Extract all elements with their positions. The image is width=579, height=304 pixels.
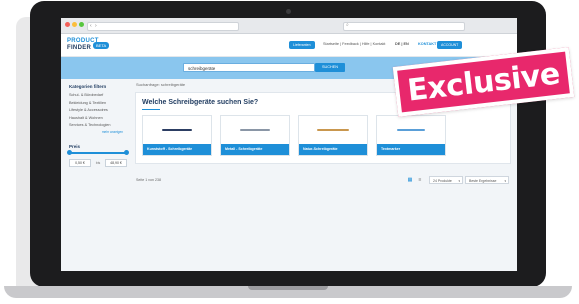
heading-underline — [142, 109, 160, 111]
category-item[interactable]: Bekleidung & Textilien — [69, 100, 129, 108]
category-tile-metall[interactable]: Metall - Schreibgeräte — [220, 115, 290, 156]
browser-search-bar[interactable]: ⌕ — [343, 22, 465, 31]
price-slider[interactable] — [67, 150, 129, 155]
chevron-down-icon: ▾ — [458, 179, 460, 183]
pen-image — [143, 116, 211, 144]
lieferanten-button[interactable]: Lieferanten — [289, 41, 315, 49]
category-tile-label: Natur-Schreibgeräte — [299, 144, 367, 155]
filter-sidebar: Kategorien filtern Schul- & Bürobedarf B… — [67, 84, 129, 192]
price-min-field[interactable]: 0,50 € — [69, 158, 91, 167]
help-link[interactable]: Hilfe — [232, 101, 239, 105]
forward-icon[interactable]: › — [95, 23, 97, 29]
pen-image — [221, 116, 289, 144]
account-button[interactable]: ACCOUNT — [437, 41, 463, 49]
webcam — [286, 9, 291, 14]
logo-bottom[interactable]: FINDER — [67, 45, 91, 51]
per-page-value: 24 Produkte — [433, 179, 452, 183]
price-title: Preis — [69, 143, 81, 149]
pen-icon — [317, 128, 349, 132]
category-item[interactable]: Schul- & Bürobedarf — [69, 92, 129, 100]
results-toolbar: Seite 1 von 238 ▦ ≡ 24 Produkte ▾ Beste … — [135, 176, 509, 186]
pen-icon — [397, 128, 425, 132]
header-links[interactable]: Startseite | Feedback | Hilfe | Kontakt — [323, 42, 385, 46]
list-view-icon[interactable]: ≡ — [417, 177, 423, 183]
category-tile-label: Metall - Schreibgeräte — [221, 144, 289, 155]
pen-image — [299, 116, 367, 144]
address-bar[interactable]: ‹ › — [87, 22, 239, 31]
price-slider-max-handle[interactable] — [124, 150, 129, 155]
category-item[interactable]: Services & Technologien — [69, 122, 129, 130]
search-button[interactable]: SUCHEN — [315, 63, 345, 72]
category-tile-label: Kunststoff - Schreibgeräte — [143, 144, 211, 155]
kontakt-link[interactable]: KONTAKT — [418, 42, 436, 46]
minimize-window-button[interactable] — [72, 22, 77, 27]
category-item[interactable]: Haushalt & Wohnen — [69, 115, 129, 123]
price-slider-min-handle[interactable] — [67, 150, 72, 155]
pen-icon — [240, 128, 270, 132]
pen-icon — [162, 128, 192, 132]
product-search-input[interactable]: schreibgeräte — [183, 63, 315, 72]
laptop-screen: ‹ › ⌕ PRODUCT FINDER BETA Lieferanten St… — [61, 18, 517, 271]
close-window-button[interactable] — [65, 22, 70, 27]
show-more-link[interactable]: mehr anzeigen — [67, 130, 129, 136]
laptop-base-notch — [248, 286, 328, 290]
sort-value: Beste Ergebnisse — [469, 179, 497, 183]
exclusive-badge-text: Exclusive — [405, 55, 562, 109]
grid-view-icon[interactable]: ▦ — [407, 177, 413, 183]
page-title: Welche Schreibgeräte suchen Sie? — [142, 99, 259, 106]
results-count: Seite 1 von 238 — [136, 178, 161, 182]
category-tile-natur[interactable]: Natur-Schreibgeräte — [298, 115, 368, 156]
beta-badge: BETA — [93, 42, 110, 49]
chevron-down-icon: ▾ — [504, 179, 506, 183]
price-separator: bis — [95, 160, 101, 165]
categories-title: Kategorien filtern — [69, 84, 107, 89]
price-max-field[interactable]: 48,90 € — [104, 158, 127, 167]
category-tile-kunststoff[interactable]: Kunststoff - Schreibgeräte — [142, 115, 212, 156]
pen-image — [377, 116, 445, 144]
site-header: PRODUCT FINDER BETA Lieferanten Startsei… — [61, 34, 517, 57]
browser-search-icon: ⌕ — [346, 22, 349, 28]
maximize-window-button[interactable] — [79, 22, 84, 27]
price-range-row: 0,50 € bis 48,90 € — [69, 158, 127, 167]
browser-chrome: ‹ › ⌕ — [61, 18, 517, 34]
category-tile-label: Textmarker — [377, 144, 445, 155]
back-icon[interactable]: ‹ — [90, 23, 92, 29]
category-item[interactable]: Lifestyle & Accessoires — [69, 107, 129, 115]
sort-select[interactable]: Beste Ergebnisse ▾ — [465, 176, 509, 184]
category-tile-textmarker[interactable]: Textmarker — [376, 115, 446, 156]
breadcrumb: Suchanfrage: schreibgeräte — [136, 82, 186, 87]
per-page-select[interactable]: 24 Produkte ▾ — [429, 176, 463, 184]
language-switch[interactable]: DE | EN — [395, 42, 409, 46]
